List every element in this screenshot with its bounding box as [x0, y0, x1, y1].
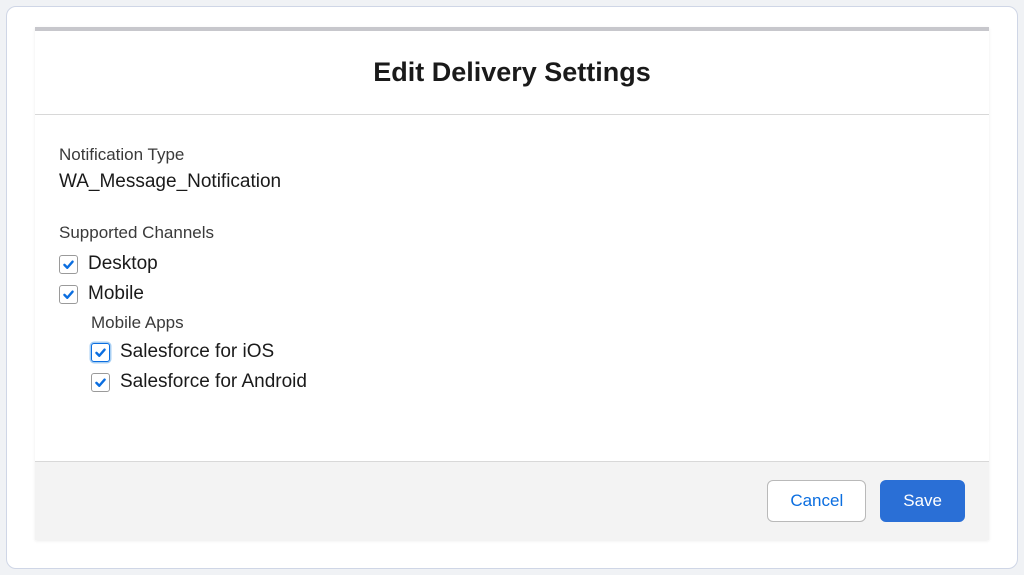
mobile-app-android-row: Salesforce for Android: [91, 371, 965, 393]
channel-desktop-row: Desktop: [59, 253, 965, 275]
mobile-apps-section: Mobile Apps Salesforce for iOS Salesforc…: [91, 313, 965, 393]
supported-channels-label: Supported Channels: [59, 223, 965, 243]
check-icon: [94, 376, 107, 389]
salesforce-android-checkbox[interactable]: [91, 373, 110, 392]
check-icon: [62, 288, 75, 301]
desktop-checkbox-label: Desktop: [88, 253, 158, 275]
notification-type-label: Notification Type: [59, 145, 965, 165]
mobile-checkbox-label: Mobile: [88, 283, 144, 305]
mobile-app-ios-row: Salesforce for iOS: [91, 341, 965, 363]
notification-type-value: WA_Message_Notification: [59, 171, 965, 193]
desktop-checkbox[interactable]: [59, 255, 78, 274]
mobile-checkbox[interactable]: [59, 285, 78, 304]
save-button[interactable]: Save: [880, 480, 965, 522]
cancel-button[interactable]: Cancel: [767, 480, 866, 522]
salesforce-android-label: Salesforce for Android: [120, 371, 307, 393]
modal-body: Notification Type WA_Message_Notificatio…: [35, 115, 989, 461]
salesforce-ios-label: Salesforce for iOS: [120, 341, 274, 363]
salesforce-ios-checkbox[interactable]: [91, 343, 110, 362]
modal-title: Edit Delivery Settings: [35, 57, 989, 88]
modal-footer: Cancel Save: [35, 461, 989, 540]
mobile-apps-label: Mobile Apps: [91, 313, 965, 333]
modal-header: Edit Delivery Settings: [35, 31, 989, 115]
edit-delivery-settings-modal: Edit Delivery Settings Notification Type…: [35, 27, 989, 540]
check-icon: [62, 258, 75, 271]
check-icon: [94, 346, 107, 359]
outer-frame: Edit Delivery Settings Notification Type…: [6, 6, 1018, 569]
channel-mobile-row: Mobile: [59, 283, 965, 305]
